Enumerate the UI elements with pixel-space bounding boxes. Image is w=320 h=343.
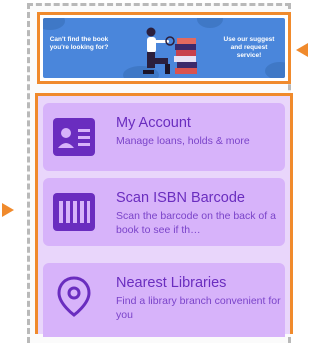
callout-arrow-left-icon	[296, 43, 308, 57]
foliage-decoration	[265, 62, 285, 78]
my-account-item[interactable]: My Account Manage loans, holds & more	[43, 103, 285, 171]
scan-isbn-title: Scan ISBN Barcode	[116, 190, 245, 206]
nearest-libraries-description: Find a library branch convenient for you	[116, 295, 281, 321]
barcode-icon	[53, 193, 95, 231]
banner-highlight: Can't find the book you're looking for? …	[37, 12, 291, 84]
my-account-title: My Account	[116, 115, 191, 131]
foliage-decoration	[197, 18, 223, 28]
foliage-decoration	[43, 18, 65, 30]
location-pin-icon	[53, 276, 95, 317]
banner-left-text: Can't find the book you're looking for?	[49, 36, 109, 51]
scan-isbn-description: Scan the barcode on the back of a book t…	[116, 210, 276, 236]
account-card-icon	[53, 118, 95, 156]
menu-list: My Account Manage loans, holds & more Sc…	[35, 93, 293, 337]
banner-right-text: Use our suggest and request service!	[223, 36, 275, 59]
nearest-libraries-title: Nearest Libraries	[116, 275, 227, 291]
callout-arrow-right-icon	[2, 203, 14, 217]
suggest-request-banner[interactable]: Can't find the book you're looking for? …	[43, 18, 285, 78]
nearest-libraries-item[interactable]: Nearest Libraries Find a library branch …	[43, 263, 285, 337]
my-account-description: Manage loans, holds & more	[116, 135, 250, 147]
person-with-books-illustration	[143, 27, 197, 74]
scan-isbn-item[interactable]: Scan ISBN Barcode Scan the barcode on th…	[43, 178, 285, 246]
